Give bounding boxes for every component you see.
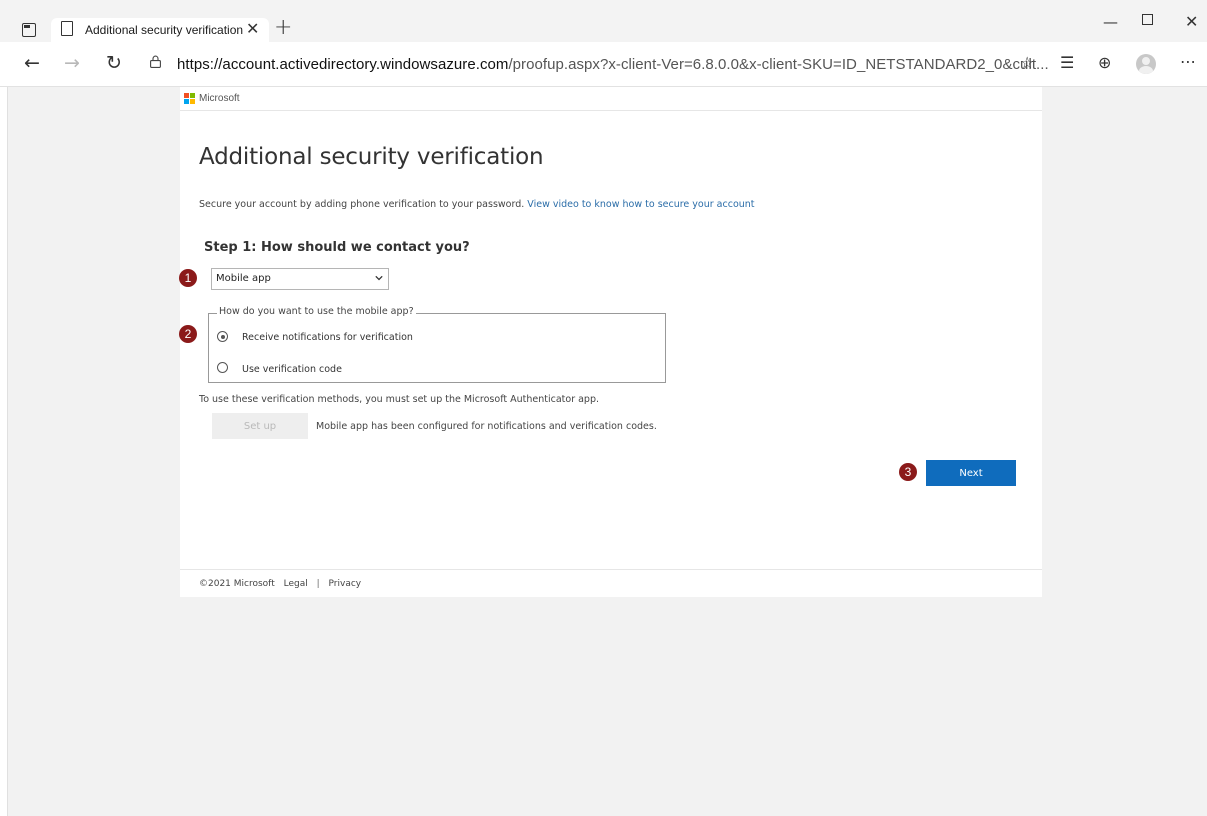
notifications-label[interactable]: Receive notifications for verification [242, 332, 413, 343]
minimize-button[interactable]: — [1103, 12, 1118, 32]
page-icon [61, 21, 73, 36]
footer-separator: | [316, 579, 320, 589]
collections-icon[interactable]: ⊕ [1098, 52, 1111, 74]
url-path: /proofup.aspx?x-client-Ver=6.8.0.0&x-cli… [508, 56, 1049, 73]
next-button[interactable]: Next [926, 460, 1016, 486]
browser-tab[interactable]: Additional security verification ✕ [51, 18, 269, 42]
microsoft-logo-icon [184, 93, 195, 104]
video-link[interactable]: View video to know how to secure your ac… [527, 199, 754, 210]
contact-method-value: Mobile app [216, 273, 271, 284]
close-window-button[interactable]: ✕ [1185, 12, 1198, 32]
add-favorite-icon[interactable]: ☆ [1020, 53, 1034, 72]
page-title: Additional security verification [199, 144, 544, 170]
verification-code-radio[interactable] [217, 362, 228, 373]
lock-icon[interactable] [150, 55, 161, 68]
more-icon[interactable]: ⋯ [1180, 51, 1196, 73]
new-tab-button[interactable]: + [274, 16, 292, 40]
contact-method-select[interactable]: Mobile app [211, 268, 389, 290]
maximize-button[interactable] [1142, 14, 1153, 25]
mobile-app-options: How do you want to use the mobile app? R… [208, 306, 666, 383]
verification-page: Microsoft Additional security verificati… [180, 87, 1042, 597]
url-input[interactable]: https://account.activedirectory.windowsa… [137, 49, 1049, 79]
tab-bar: Additional security verification ✕ + — ✕ [0, 0, 1207, 42]
tab-title: Additional security verification [85, 23, 244, 37]
url-host: https://account.activedirectory.windowsa… [177, 56, 509, 73]
profile-avatar[interactable] [1136, 54, 1156, 74]
callout-1: 1 [179, 269, 197, 287]
back-icon[interactable]: ← [24, 52, 40, 74]
url-text: https://account.activedirectory.windowsa… [177, 56, 1049, 73]
chevron-down-icon [375, 275, 383, 281]
brand-name: Microsoft [199, 93, 240, 104]
authenticator-note: To use these verification methods, you m… [199, 394, 600, 405]
step-title: Step 1: How should we contact you? [204, 240, 470, 255]
mobile-app-legend: How do you want to use the mobile app? [217, 306, 416, 317]
favorites-icon[interactable]: ☰ [1060, 52, 1074, 74]
copyright-text: ©2021 Microsoft [199, 579, 275, 589]
tab-close-icon[interactable]: ✕ [246, 19, 259, 39]
page-header: Microsoft [180, 87, 1042, 111]
address-bar: ← → ↻ https://account.activedirectory.wi… [0, 42, 1207, 87]
footer-text: ©2021 Microsoft Legal | Privacy [199, 579, 361, 589]
setup-button[interactable]: Set up [212, 413, 308, 439]
forward-icon[interactable]: → [64, 52, 80, 74]
refresh-icon[interactable]: ↻ [106, 52, 122, 74]
callout-3: 3 [899, 463, 917, 481]
verification-code-label[interactable]: Use verification code [242, 364, 342, 375]
page-viewport: Microsoft Additional security verificati… [7, 87, 1207, 816]
setup-status: Mobile app has been configured for notif… [316, 421, 657, 432]
privacy-link[interactable]: Privacy [329, 579, 362, 589]
intro-description: Secure your account by adding phone veri… [199, 199, 525, 210]
notifications-radio[interactable] [217, 331, 228, 342]
tab-actions-icon[interactable] [22, 23, 36, 37]
legal-link[interactable]: Legal [284, 579, 308, 589]
callout-2: 2 [179, 325, 197, 343]
page-footer: ©2021 Microsoft Legal | Privacy [180, 569, 1042, 597]
intro-text: Secure your account by adding phone veri… [199, 199, 755, 210]
